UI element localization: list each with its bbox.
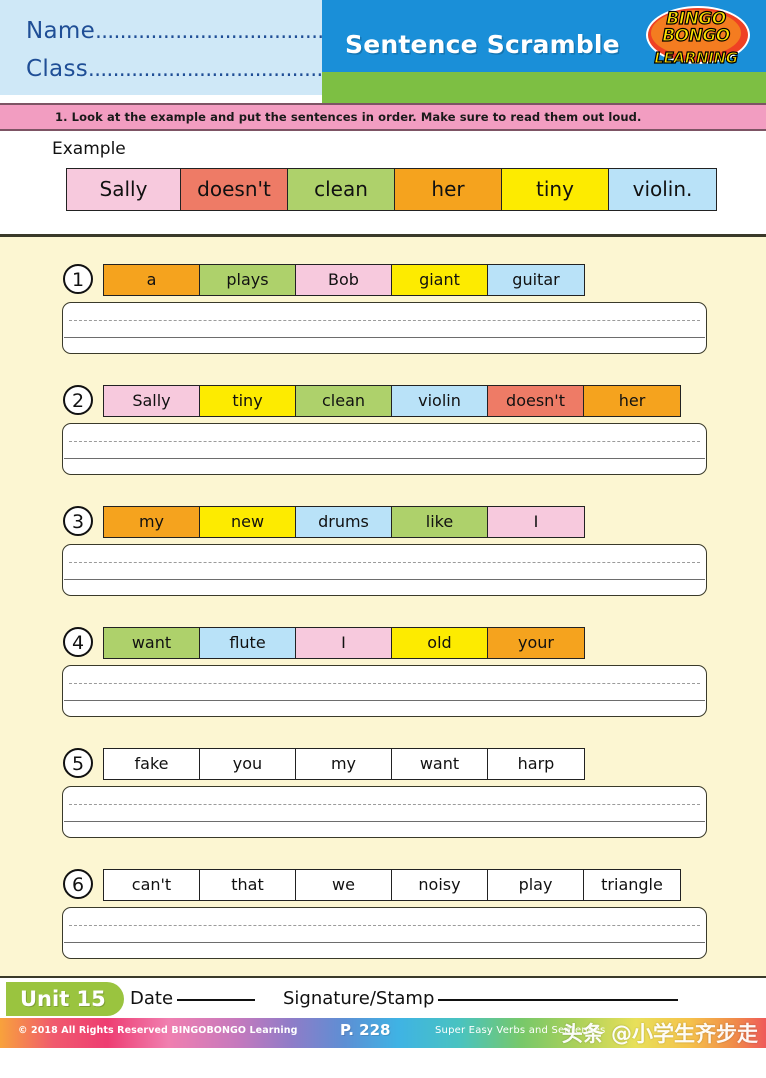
dashed-guide-line: [69, 441, 700, 442]
example-word-box: Sally: [67, 169, 181, 210]
scrambled-word-strip: Sally tiny clean violin doesn't her: [103, 385, 681, 417]
copyright-text: © 2018 All Rights Reserved BINGOBONGO Le…: [18, 1025, 298, 1036]
scrambled-word-strip: want flute Iold your: [103, 627, 585, 659]
page-footer: Unit 15 Date Signature/Stamp © 2018 All …: [0, 976, 766, 1048]
word-box[interactable]: flute: [200, 628, 296, 658]
word-box[interactable]: play: [488, 870, 584, 900]
scrambled-word-strip: fake you my want harp: [103, 748, 585, 780]
word-box[interactable]: I: [296, 628, 392, 658]
word-box[interactable]: we: [296, 870, 392, 900]
word-box[interactable]: her: [584, 386, 680, 416]
word-box[interactable]: new: [200, 507, 296, 537]
solid-base-line: [64, 942, 705, 943]
page-number: P. 228: [340, 1021, 391, 1039]
word-box[interactable]: that: [200, 870, 296, 900]
page-title: Sentence Scramble: [345, 30, 620, 59]
dashed-guide-line: [69, 562, 700, 563]
word-box[interactable]: want: [104, 628, 200, 658]
example-label: Example: [52, 139, 126, 159]
question-number: 3: [63, 506, 93, 536]
word-box[interactable]: like: [392, 507, 488, 537]
word-box[interactable]: I: [488, 507, 584, 537]
word-box[interactable]: triangle: [584, 870, 680, 900]
bingobongo-logo: BINGO BONGO LEARNING: [640, 4, 752, 80]
date-rule: [177, 999, 256, 1001]
instruction-bar: 1. Look at the example and put the sente…: [0, 103, 766, 131]
date-field[interactable]: Date: [130, 988, 256, 1009]
logo-text-learning: LEARNING: [654, 48, 739, 67]
page-header: Name....................................…: [0, 0, 766, 103]
scrambled-word-strip: can't that we noisy play triangle: [103, 869, 681, 901]
class-label: Class: [26, 56, 89, 82]
example-word-box: doesn't: [181, 169, 288, 210]
word-box[interactable]: giant: [392, 265, 488, 295]
word-box[interactable]: clean: [296, 386, 392, 416]
word-box[interactable]: Sally: [104, 386, 200, 416]
signature-rule: [438, 999, 679, 1001]
solid-base-line: [64, 337, 705, 338]
answer-writing-box[interactable]: [62, 423, 707, 475]
watermark-text: 头条 @小学生齐步走: [561, 1022, 758, 1046]
word-box[interactable]: guitar: [488, 265, 584, 295]
student-info-panel: Name....................................…: [0, 0, 429, 95]
question-number: 4: [63, 627, 93, 657]
dashed-guide-line: [69, 804, 700, 805]
signature-field[interactable]: Signature/Stamp: [283, 988, 679, 1009]
solid-base-line: [64, 458, 705, 459]
logo-text-bongo: BONGO: [662, 25, 731, 46]
signature-label: Signature/Stamp: [283, 988, 435, 1009]
word-box[interactable]: tiny: [200, 386, 296, 416]
example-word-box: violin.: [609, 169, 716, 210]
example-word-box: clean: [288, 169, 395, 210]
instruction-text: 1. Look at the example and put the sente…: [55, 110, 642, 124]
scrambled-word-strip: my new drums like I: [103, 506, 585, 538]
word-box[interactable]: a: [104, 265, 200, 295]
word-box[interactable]: Bob: [296, 265, 392, 295]
word-box[interactable]: want: [392, 749, 488, 779]
answer-writing-box[interactable]: [62, 544, 707, 596]
answer-writing-box[interactable]: [62, 786, 707, 838]
solid-base-line: [64, 700, 705, 701]
word-box[interactable]: violin: [392, 386, 488, 416]
answer-writing-box[interactable]: [62, 907, 707, 959]
worksheet-page: Name....................................…: [0, 0, 766, 1078]
example-word-box: her: [395, 169, 502, 210]
answer-writing-box[interactable]: [62, 302, 707, 354]
name-label: Name: [26, 18, 96, 44]
word-box[interactable]: drums: [296, 507, 392, 537]
question-number: 1: [63, 264, 93, 294]
solid-base-line: [64, 579, 705, 580]
questions-area: 1 a plays Bob giant guitar 2 Sally tiny clean viol…: [0, 237, 766, 976]
word-box[interactable]: my: [104, 507, 200, 537]
example-word-box: tiny: [502, 169, 609, 210]
word-box[interactable]: my: [296, 749, 392, 779]
question-number: 6: [63, 869, 93, 899]
word-box[interactable]: plays: [200, 265, 296, 295]
word-box[interactable]: fake: [104, 749, 200, 779]
word-box[interactable]: you: [200, 749, 296, 779]
word-box[interactable]: old: [392, 628, 488, 658]
unit-badge: Unit 15: [6, 982, 124, 1016]
question-number: 5: [63, 748, 93, 778]
date-label: Date: [130, 988, 174, 1009]
word-box[interactable]: noisy: [392, 870, 488, 900]
dashed-guide-line: [69, 683, 700, 684]
solid-base-line: [64, 821, 705, 822]
footer-divider: [0, 976, 766, 978]
question-number: 2: [63, 385, 93, 415]
word-box[interactable]: doesn't: [488, 386, 584, 416]
word-box[interactable]: your: [488, 628, 584, 658]
example-word-strip: Sally doesn't clean her tiny violin.: [66, 168, 717, 211]
example-section: Example Sally doesn't clean her tiny violin.: [0, 131, 766, 237]
scrambled-word-strip: a plays Bob giant guitar: [103, 264, 585, 296]
dashed-guide-line: [69, 320, 700, 321]
word-box[interactable]: can't: [104, 870, 200, 900]
word-box[interactable]: harp: [488, 749, 584, 779]
dashed-guide-line: [69, 925, 700, 926]
answer-writing-box[interactable]: [62, 665, 707, 717]
